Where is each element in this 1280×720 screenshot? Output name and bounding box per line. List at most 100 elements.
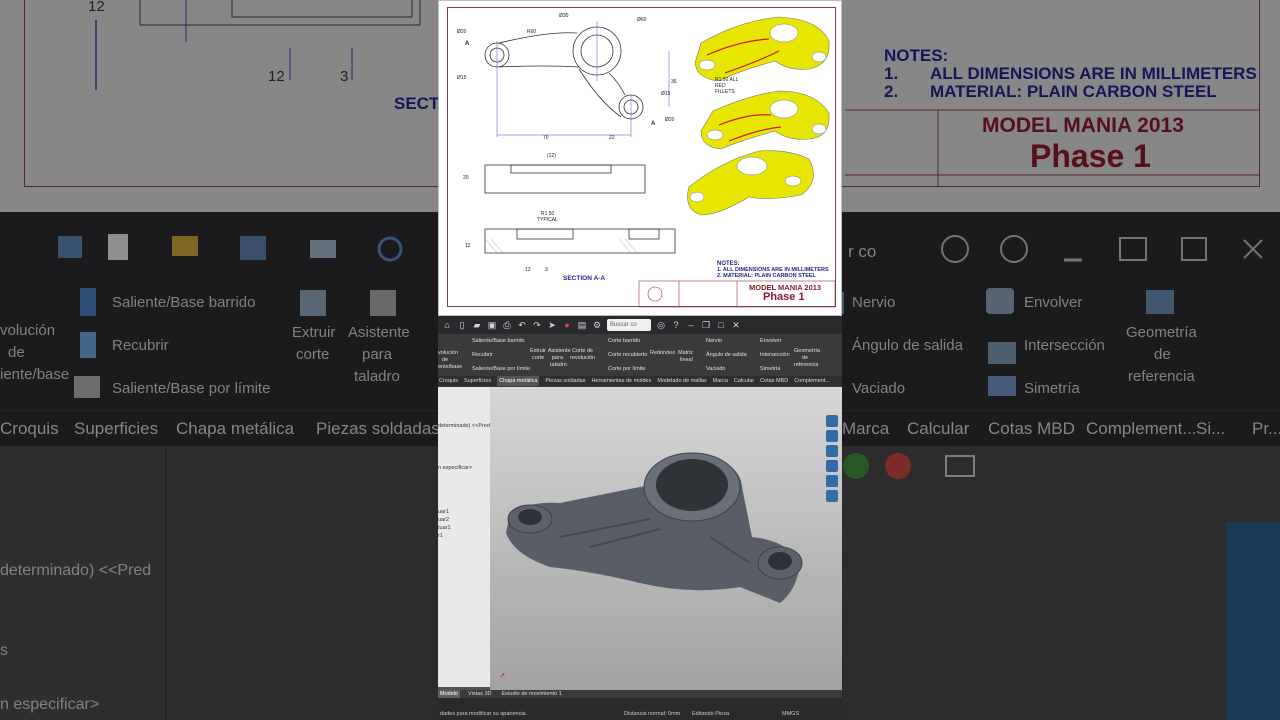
note-2: 2. MATERIAL: PLAIN CARBON STEEL	[717, 273, 816, 279]
swept-cut-button[interactable]: Corte barrido	[608, 338, 640, 344]
tab-superficies[interactable]: Superficies	[464, 376, 491, 386]
bg-ribbon-text: Simetría	[1024, 380, 1080, 397]
dim-label: 12	[525, 267, 531, 273]
bg-tab: Piezas soldadas	[316, 419, 440, 438]
help-icon[interactable]: ?	[671, 320, 681, 330]
bg-ribbon-text: Saliente/Base por límite	[112, 380, 271, 397]
task-pane-tabs	[824, 415, 840, 525]
linear-pattern-button[interactable]: Matriz	[678, 350, 693, 356]
search-input[interactable]: Buscar co	[607, 319, 651, 331]
status-units[interactable]: MMGS	[782, 711, 799, 717]
tb-phase: Phase 1	[763, 291, 805, 303]
new-file-icon[interactable]: ▯	[457, 320, 467, 330]
lofted-cut-button[interactable]: Corte recubierto	[608, 352, 647, 358]
minimize-icon[interactable]: –	[686, 320, 696, 330]
feature-tree: determinado) <<Pred n especificar> uar1 …	[438, 387, 490, 687]
tree-item[interactable]: r1	[438, 533, 443, 539]
status-distance: Distancia normal: 0mm	[624, 711, 681, 717]
tab-modelo[interactable]: Modelo	[438, 690, 461, 698]
rebuild-icon[interactable]: ▤	[577, 320, 587, 330]
view-palette-icon[interactable]	[826, 460, 838, 472]
custom-properties-icon[interactable]	[826, 490, 838, 502]
rib-button[interactable]: Nervio	[706, 338, 722, 344]
tab-herramientas-moldes[interactable]: Herramientas de moldes	[591, 376, 651, 386]
solidworks-resources-icon[interactable]	[826, 415, 838, 427]
revolved-cut-button[interactable]: Corte de	[572, 348, 593, 354]
tab-piezas-soldadas[interactable]: Piezas soldadas	[545, 376, 585, 386]
tree-item[interactable]: uar1	[438, 509, 449, 515]
bg-dim: 12	[88, 0, 105, 15]
tab-estudio-movimiento[interactable]: Estudio de movimiento 1	[499, 690, 563, 698]
status-message: dades para modificar su apariencia.	[440, 711, 528, 717]
tab-vistas-3d[interactable]: Vistas 3D	[466, 690, 493, 698]
intersect-button[interactable]: Intersección	[760, 352, 790, 358]
print-icon[interactable]: ⎙	[502, 320, 512, 330]
engineering-drawing: Ø20 Ø30 Ø60 R60 Ø15 Ø15 Ø20 70 22 36 A A…	[438, 0, 842, 316]
select-arrow-icon[interactable]: ➤	[547, 320, 557, 330]
bg-tree-item: determinado) <<Pred	[0, 562, 152, 579]
file-explorer-icon[interactable]	[826, 445, 838, 457]
bg-tree-item: s	[0, 642, 8, 659]
tab-calcular[interactable]: Calcular	[734, 376, 754, 386]
tab-complementos[interactable]: Complement...	[794, 376, 830, 386]
sweep-boss-button[interactable]: Saliente/Base barrido	[472, 338, 525, 344]
dim-label: 70	[543, 135, 549, 141]
undo-icon[interactable]: ↶	[517, 320, 527, 330]
tab-marca[interactable]: Marca	[713, 376, 728, 386]
appearances-icon[interactable]	[826, 475, 838, 487]
redo-icon[interactable]: ↷	[532, 320, 542, 330]
extruded-cut-button[interactable]: Extruir	[530, 348, 546, 354]
dim-label: 22	[609, 135, 615, 141]
tree-item[interactable]: uar2	[438, 517, 449, 523]
bg-ribbon-text: Extruir	[292, 324, 336, 341]
open-folder-icon[interactable]: ▰	[472, 320, 482, 330]
save-icon[interactable]: ▣	[487, 320, 497, 330]
bg-ribbon-text: Geometría	[1126, 324, 1197, 341]
dim-label: Ø60	[637, 17, 647, 23]
restore-icon[interactable]: ❐	[701, 320, 711, 330]
reference-geometry-button[interactable]: Geometría	[794, 348, 820, 354]
gear-icon[interactable]: ⚙	[592, 320, 602, 330]
bg-ribbon-text: Nervio	[852, 294, 896, 311]
dim-label: Ø15	[661, 91, 671, 97]
hole-wizard-button[interactable]: Asistente	[548, 348, 571, 354]
design-library-icon[interactable]	[826, 430, 838, 442]
shell-button[interactable]: Vaciado	[706, 366, 725, 372]
mirror-button[interactable]: Simetría	[760, 366, 780, 372]
tab-chapa-metalica[interactable]: Chapa metálica	[497, 376, 540, 386]
extruded-cut-label: corte	[532, 355, 545, 361]
bg-ribbon-text: corte	[296, 346, 330, 363]
dim-label: Ø20	[665, 117, 675, 123]
draft-button[interactable]: Ángulo de salida	[706, 352, 747, 358]
maximize-icon[interactable]: □	[716, 320, 726, 330]
boundary-boss-button[interactable]: Saliente/Base por límite	[472, 366, 530, 372]
bg-tab: Superficies	[74, 419, 159, 438]
reference-geometry-label: de	[802, 355, 809, 361]
close-icon[interactable]: ✕	[731, 320, 741, 330]
traffic-light-icon[interactable]: ●	[562, 320, 572, 330]
tree-item[interactable]: n especificar>	[438, 465, 472, 471]
wrap-button[interactable]: Envolver	[760, 338, 781, 344]
command-manager-tabs: Croquis Superficies Chapa metálica Pieza…	[438, 376, 842, 386]
bg-note-num: 1.	[884, 64, 899, 83]
bg-search: r co	[848, 242, 877, 261]
boundary-cut-button[interactable]: Corte por límite	[608, 366, 646, 372]
tab-croquis[interactable]: Croquis	[439, 376, 458, 386]
user-icon[interactable]: ◎	[656, 320, 666, 330]
tab-modelado-mallas[interactable]: Modelado de mallas	[657, 376, 706, 386]
tree-item[interactable]: tuar1	[438, 525, 451, 531]
graphics-viewport[interactable]: ↗	[490, 387, 842, 690]
revolve-button[interactable]: volución	[438, 350, 458, 356]
linear-pattern-label: lineal	[680, 357, 693, 363]
status-mode: Editando Pieza	[692, 711, 729, 717]
svg-text:↗: ↗	[500, 673, 505, 679]
fillet-button[interactable]: Redondeo	[650, 350, 675, 356]
home-icon[interactable]: ⌂	[442, 320, 452, 330]
tab-cotas-mbd[interactable]: Cotas MBD	[760, 376, 788, 386]
loft-button[interactable]: Recubrir	[472, 352, 493, 358]
tree-item[interactable]: determinado) <<Pred	[438, 423, 490, 429]
revolve-label: de	[442, 357, 449, 363]
dim-label: TYPICAL	[537, 217, 558, 223]
hole-wizard-label: taladro	[550, 362, 567, 368]
bg-note-1: ALL DIMENSIONS ARE IN MILLIMETERS	[930, 64, 1257, 83]
